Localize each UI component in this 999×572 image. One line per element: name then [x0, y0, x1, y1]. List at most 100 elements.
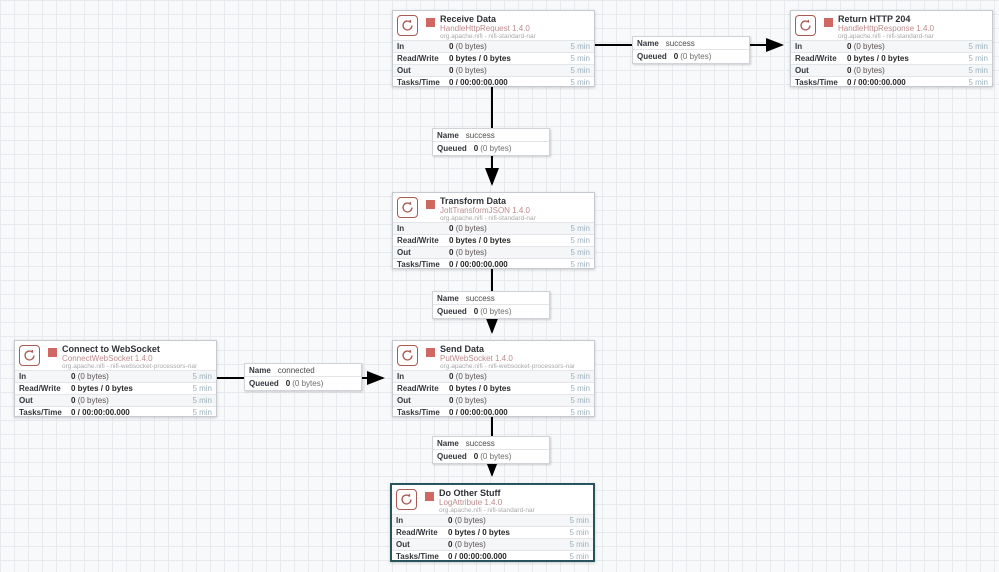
processor-header: Connect to WebSocket ConnectWebSocket 1.…: [15, 341, 216, 370]
stat-window: 5 min: [570, 372, 590, 381]
processor-name: Receive Data: [440, 14, 497, 24]
stat-window: 5 min: [569, 516, 589, 525]
stat-value-in: 0 (0 bytes): [71, 372, 109, 381]
connection-receive-to-transform[interactable]: Name success Queued 0 (0 bytes): [432, 128, 550, 156]
stat-label-readwrite: Read/Write: [397, 384, 439, 393]
processor-receive-data[interactable]: Receive Data HandleHttpRequest 1.4.0 org…: [392, 10, 595, 87]
stat-value-readwrite: 0 bytes / 0 bytes: [448, 528, 510, 537]
stat-value-in: 0 (0 bytes): [449, 42, 487, 51]
connection-name-value: success: [465, 130, 495, 140]
connection-name-label: Name: [637, 38, 659, 48]
connection-queued-value: 0 (0 bytes): [473, 452, 512, 461]
stat-window: 5 min: [192, 396, 212, 405]
stat-window: 5 min: [570, 66, 590, 75]
stat-window: 5 min: [569, 528, 589, 537]
stat-label-taskstime: Tasks/Time: [397, 408, 440, 417]
stat-value-readwrite: 0 bytes / 0 bytes: [847, 54, 909, 63]
stat-window: 5 min: [569, 552, 589, 561]
connection-connect-to-send[interactable]: Name connected Queued 0 (0 bytes): [244, 363, 362, 391]
connection-transform-to-send[interactable]: Name success Queued 0 (0 bytes): [432, 291, 550, 319]
stat-window: 5 min: [570, 236, 590, 245]
stat-value-readwrite: 0 bytes / 0 bytes: [449, 384, 511, 393]
connection-name-value: success: [465, 293, 495, 303]
processor-name: Return HTTP 204: [838, 14, 911, 24]
stat-value-out: 0 (0 bytes): [847, 66, 885, 75]
processor-stats: In 0 (0 bytes) 5 min Read/Write 0 bytes / 0…: [791, 40, 992, 88]
processor-type: HandleHttpRequest 1.4.0: [440, 24, 530, 33]
stat-label-readwrite: Read/Write: [795, 54, 837, 63]
stopped-square-icon: [824, 18, 833, 27]
connection-queued-label: Queued: [437, 452, 467, 461]
connection-receive-to-return[interactable]: Name success Queued 0 (0 bytes): [632, 36, 750, 64]
stat-label-in: In: [397, 42, 405, 51]
stat-window: 5 min: [570, 224, 590, 233]
stat-label-out: Out: [396, 540, 410, 549]
stat-label-taskstime: Tasks/Time: [19, 408, 62, 417]
stat-label-out: Out: [397, 66, 411, 75]
stat-label-out: Out: [795, 66, 809, 75]
stopped-square-icon: [48, 348, 57, 357]
processor-bundle: org.apache.nifi - nifi-websocket-process…: [62, 363, 198, 370]
stat-window: 5 min: [570, 408, 590, 417]
stat-label-taskstime: Tasks/Time: [397, 260, 440, 269]
stat-window: 5 min: [570, 396, 590, 405]
processor-send-data[interactable]: Send Data PutWebSocket 1.4.0 org.apache.…: [392, 340, 595, 417]
stat-label-in: In: [19, 372, 27, 381]
processor-header: Do Other Stuff LogAttribute 1.4.0 org.ap…: [392, 485, 593, 514]
stat-value-in: 0 (0 bytes): [847, 42, 885, 51]
stat-label-taskstime: Tasks/Time: [795, 78, 838, 87]
processor-connect-to-websocket[interactable]: Connect to WebSocket ConnectWebSocket 1.…: [14, 340, 217, 417]
processor-return-http-204[interactable]: Return HTTP 204 HandleHttpResponse 1.4.0…: [790, 10, 993, 87]
processor-transform-data[interactable]: Transform Data JoltTransformJSON 1.4.0 o…: [392, 192, 595, 269]
stat-label-in: In: [397, 224, 405, 233]
stat-value-in: 0 (0 bytes): [448, 516, 486, 525]
stat-window: 5 min: [570, 248, 590, 257]
connection-queued-label: Queued: [249, 379, 279, 388]
stat-window: 5 min: [968, 54, 988, 63]
stat-window: 5 min: [570, 54, 590, 63]
connection-name-label: Name: [437, 293, 459, 303]
stat-label-in: In: [397, 372, 405, 381]
connection-name-label: Name: [249, 365, 271, 375]
stat-window: 5 min: [569, 540, 589, 549]
stat-label-out: Out: [397, 396, 411, 405]
stopped-square-icon: [425, 492, 434, 501]
processor-type: ConnectWebSocket 1.4.0: [62, 354, 153, 363]
connection-queued-value: 0 (0 bytes): [473, 307, 512, 316]
stat-value-taskstime: 0 / 00:00:00.000: [449, 260, 508, 269]
stat-label-readwrite: Read/Write: [19, 384, 61, 393]
connection-queued-label: Queued: [437, 307, 467, 316]
stat-value-out: 0 (0 bytes): [448, 540, 486, 549]
stat-value-taskstime: 0 / 00:00:00.000: [449, 408, 508, 417]
circular-arrows-icon: [795, 15, 816, 36]
stopped-square-icon: [426, 200, 435, 209]
stat-label-readwrite: Read/Write: [397, 54, 439, 63]
stat-value-taskstime: 0 / 00:00:00.000: [448, 552, 507, 561]
circular-arrows-icon: [397, 15, 418, 36]
processor-name: Transform Data: [440, 196, 507, 206]
processor-bundle: org.apache.nifi - nifi-websocket-process…: [440, 363, 576, 370]
stat-value-readwrite: 0 bytes / 0 bytes: [449, 236, 511, 245]
connection-name-value: success: [665, 38, 695, 48]
stat-window: 5 min: [968, 78, 988, 87]
circular-arrows-icon: [396, 489, 417, 510]
stat-window: 5 min: [570, 260, 590, 269]
stat-window: 5 min: [192, 408, 212, 417]
connection-send-to-dootherstuff[interactable]: Name success Queued 0 (0 bytes): [432, 436, 550, 464]
stopped-square-icon: [426, 348, 435, 357]
processor-stats: In 0 (0 bytes) 5 min Read/Write 0 bytes / 0…: [393, 40, 594, 88]
stat-label-readwrite: Read/Write: [397, 236, 439, 245]
connection-name-label: Name: [437, 130, 459, 140]
stat-value-readwrite: 0 bytes / 0 bytes: [71, 384, 133, 393]
connection-queued-label: Queued: [637, 52, 667, 61]
processor-do-other-stuff[interactable]: Do Other Stuff LogAttribute 1.4.0 org.ap…: [390, 483, 595, 562]
stat-window: 5 min: [968, 42, 988, 51]
stat-value-out: 0 (0 bytes): [449, 66, 487, 75]
stat-window: 5 min: [192, 384, 212, 393]
stat-label-out: Out: [19, 396, 33, 405]
stat-label-taskstime: Tasks/Time: [396, 552, 439, 561]
connection-queued-label: Queued: [437, 144, 467, 153]
processor-header: Send Data PutWebSocket 1.4.0 org.apache.…: [393, 341, 594, 370]
stat-value-in: 0 (0 bytes): [449, 372, 487, 381]
connection-name-value: success: [465, 438, 495, 448]
